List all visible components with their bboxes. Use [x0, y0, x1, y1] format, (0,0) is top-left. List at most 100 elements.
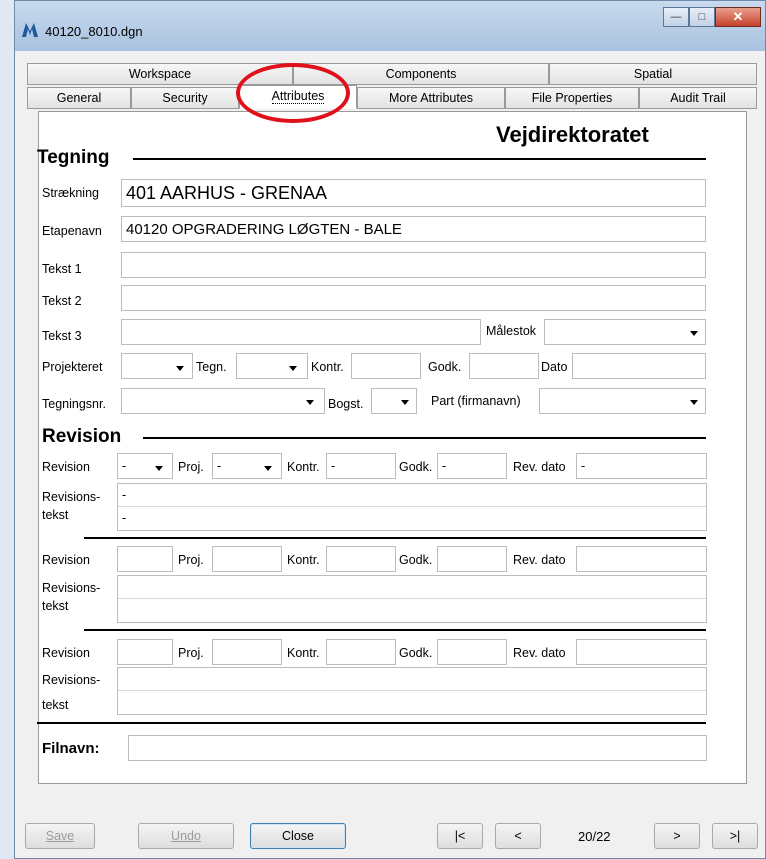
malestok-dropdown[interactable]	[544, 319, 706, 345]
etapenavn-field[interactable]: 40120 OPGRADERING LØGTEN - BALE	[121, 216, 706, 242]
filnavn-separator	[37, 722, 706, 724]
previous-record-button[interactable]: <	[495, 823, 541, 849]
kontr-label: Kontr.	[287, 646, 320, 660]
chevron-down-icon	[155, 466, 163, 471]
rev-kontr-field[interactable]	[326, 639, 396, 665]
maximize-icon: □	[698, 11, 706, 23]
revision-separator	[84, 629, 706, 631]
tegning-divider	[133, 158, 706, 160]
chevron-down-icon	[306, 400, 314, 405]
section-revision-title: Revision	[42, 426, 122, 447]
minimize-icon: —	[670, 11, 682, 23]
proj-label: Proj.	[178, 553, 204, 567]
tekst1-label: Tekst 1	[42, 262, 82, 276]
revisionstekst-line	[118, 668, 706, 691]
rev-dato-label: Rev. dato	[513, 646, 566, 660]
tab-general[interactable]: General	[27, 87, 131, 109]
first-record-button[interactable]: |<	[437, 823, 483, 849]
filnavn-label: Filnavn:	[42, 740, 100, 757]
undo-label: Undo	[171, 829, 201, 843]
revisionstekst-label-2: tekst	[42, 698, 69, 712]
record-counter: 20/22	[578, 829, 611, 844]
bogst-dropdown[interactable]	[371, 388, 417, 414]
maximize-button[interactable]: □	[689, 7, 715, 27]
revision-label: Revision	[42, 460, 90, 474]
tekst3-field[interactable]	[121, 319, 481, 345]
save-button[interactable]: Save	[25, 823, 95, 849]
microstation-app-icon	[22, 23, 38, 37]
part-label: Part (firmanavn)	[431, 394, 521, 408]
undo-button[interactable]: Undo	[138, 823, 234, 849]
kontr-field[interactable]	[351, 353, 421, 379]
next-icon: >	[673, 829, 681, 843]
rev-godk-field[interactable]: -	[437, 453, 507, 479]
revisionstekst-line: -	[118, 484, 706, 507]
rev-dato-field[interactable]	[576, 546, 707, 572]
previous-icon: <	[514, 829, 522, 843]
tekst3-label: Tekst 3	[42, 329, 82, 343]
kontr-label: Kontr.	[311, 360, 344, 374]
save-label: Save	[45, 829, 75, 843]
revision-field[interactable]	[117, 639, 173, 665]
brand-title: Vejdirektoratet	[496, 122, 649, 147]
rev-dato-field[interactable]	[576, 639, 707, 665]
revisionstekst-label: Revisions-	[42, 490, 101, 504]
close-window-button[interactable]: ✕	[715, 7, 761, 27]
tab-spatial[interactable]: Spatial	[549, 63, 757, 85]
proj-label: Proj.	[178, 646, 204, 660]
etapenavn-label: Etapenavn	[42, 224, 102, 238]
tab-audit-trail[interactable]: Audit Trail	[639, 87, 757, 109]
proj-field[interactable]	[212, 639, 282, 665]
rev-kontr-field[interactable]: -	[326, 453, 396, 479]
revision-dropdown[interactable]: -	[117, 453, 173, 479]
tegningsnr-dropdown[interactable]	[121, 388, 325, 414]
chevron-down-icon	[401, 400, 409, 405]
godk-label: Godk.	[399, 553, 433, 567]
revisionstekst-field[interactable]	[117, 575, 707, 623]
rev-dato-label: Rev. dato	[513, 460, 566, 474]
tegningsnr-label: Tegningsnr.	[42, 397, 106, 411]
godk-label: Godk.	[399, 646, 433, 660]
close-label: Close	[282, 829, 314, 843]
proj-field[interactable]	[212, 546, 282, 572]
revisionstekst-field[interactable]: - -	[117, 483, 707, 531]
kontr-label: Kontr.	[287, 553, 320, 567]
rev-kontr-field[interactable]	[326, 546, 396, 572]
tekst1-field[interactable]	[121, 252, 706, 278]
projekteret-label: Projekteret	[42, 360, 103, 374]
tab-security[interactable]: Security	[131, 87, 239, 109]
tekst2-label: Tekst 2	[42, 294, 82, 308]
last-record-button[interactable]: >|	[712, 823, 758, 849]
straekning-field[interactable]: 401 AARHUS - GRENAA	[121, 179, 706, 207]
last-icon: >|	[729, 829, 741, 843]
godk-label: Godk.	[399, 460, 433, 474]
rev-dato-field[interactable]: -	[576, 453, 707, 479]
godk-field[interactable]	[469, 353, 539, 379]
close-button[interactable]: Close	[250, 823, 346, 849]
rev-godk-field[interactable]	[437, 639, 507, 665]
filnavn-field[interactable]	[128, 735, 707, 761]
tab-more-attributes[interactable]: More Attributes	[357, 87, 505, 109]
bogst-label: Bogst.	[328, 397, 364, 411]
revision-divider	[143, 437, 706, 439]
next-record-button[interactable]: >	[654, 823, 700, 849]
minimize-button[interactable]: —	[663, 7, 689, 27]
section-tegning-title: Tegning	[37, 147, 110, 168]
proj-label: Proj.	[178, 460, 204, 474]
tab-file-properties[interactable]: File Properties	[505, 87, 639, 109]
highlight-oval	[236, 63, 350, 123]
dato-label: Dato	[541, 360, 568, 374]
close-icon: ✕	[732, 9, 744, 24]
tegn-dropdown[interactable]	[236, 353, 308, 379]
revisionstekst-label: Revisions-	[42, 581, 101, 595]
chevron-down-icon	[264, 466, 272, 471]
revision-label: Revision	[42, 553, 90, 567]
revisionstekst-field[interactable]	[117, 667, 707, 715]
revision-field[interactable]	[117, 546, 173, 572]
dialog-window: 40120_8010.dgn — □ ✕ Workspace Component…	[14, 0, 766, 859]
dato-field[interactable]	[572, 353, 706, 379]
rev-godk-field[interactable]	[437, 546, 507, 572]
window-title: 40120_8010.dgn	[45, 24, 143, 39]
tekst2-field[interactable]	[121, 285, 706, 311]
part-dropdown[interactable]	[539, 388, 706, 414]
